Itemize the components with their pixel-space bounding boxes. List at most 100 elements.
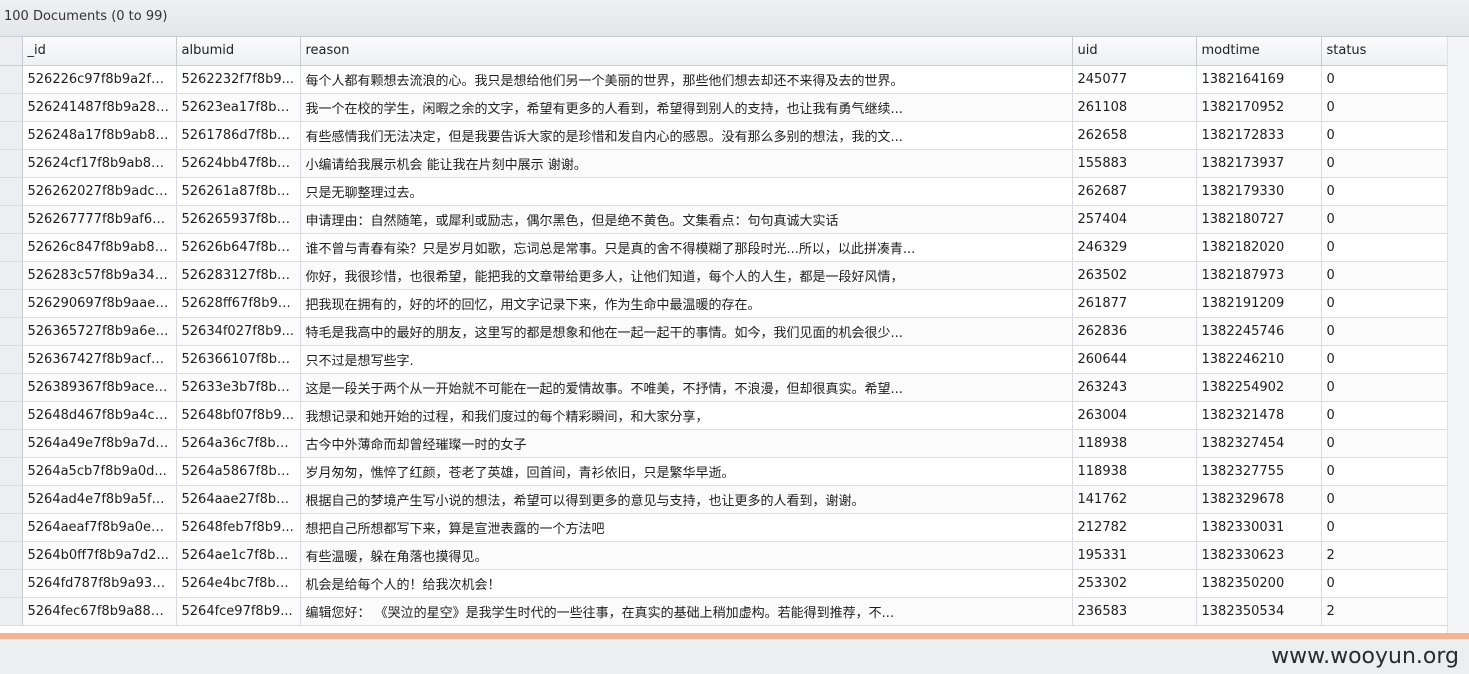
cell-uid[interactable]: 261108	[1072, 93, 1197, 122]
cell-id[interactable]: 5264a5cb7f8b9a0d...	[22, 457, 177, 486]
cell-status[interactable]: 0	[1321, 457, 1448, 486]
cell-status[interactable]: 0	[1321, 569, 1448, 598]
table-row[interactable]: 52626c847f8b9ab85... 52626b647f8b9... 谁不曾与…	[0, 233, 1448, 262]
table-row[interactable]: 526226c97f8b9a2f5... 5262232f7f8b9... 每个人都…	[0, 65, 1448, 94]
cell-reason[interactable]: 只不过是想写些字.	[300, 345, 1073, 374]
cell-reason[interactable]: 小编请给我展示机会 能让我在片刻中展示 谢谢。	[300, 149, 1073, 178]
cell-reason[interactable]: 根据自己的梦境产生写小说的想法，希望可以得到更多的意见与支持，也让更多的人看到，…	[300, 485, 1073, 514]
column-header-albumid[interactable]: albumid	[176, 37, 301, 66]
cell-modtime[interactable]: 1382180727	[1196, 205, 1322, 234]
cell-reason[interactable]: 我想记录和她开始的过程，和我们度过的每个精彩瞬间，和大家分享，	[300, 401, 1073, 430]
cell-uid[interactable]: 246329	[1072, 233, 1197, 262]
table-row[interactable]: 526283c57f8b9a345... 526283127f8b9... 你好，我…	[0, 261, 1448, 290]
cell-uid[interactable]: 262836	[1072, 317, 1197, 346]
cell-uid[interactable]: 212782	[1072, 513, 1197, 542]
table-row[interactable]: 5264fd787f8b9a931... 5264e4bc7f8b9... 机会是给…	[0, 569, 1448, 598]
cell-albumid[interactable]: 52633e3b7f8b9...	[176, 373, 301, 402]
cell-albumid[interactable]: 5264a5867f8b9...	[176, 457, 301, 486]
cell-albumid[interactable]: 526261a87f8b9...	[176, 177, 301, 206]
table-row[interactable]: 526290697f8b9aae3... 52628ff67f8b9a... 把我现…	[0, 289, 1448, 318]
cell-reason[interactable]: 我一个在校的学生，闲暇之余的文字，希望有更多的人看到，希望得到别人的支持，也让我…	[300, 93, 1073, 122]
row-selector[interactable]	[0, 205, 23, 234]
cell-modtime[interactable]: 1382170952	[1196, 93, 1322, 122]
cell-id[interactable]: 526241487f8b9a285...	[22, 93, 177, 122]
cell-albumid[interactable]: 526265937f8b9...	[176, 205, 301, 234]
cell-reason[interactable]: 你好，我很珍惜，也很希望，能把我的文章带给更多人，让他们知道，每个人的人生，都是…	[300, 261, 1073, 290]
cell-status[interactable]: 0	[1321, 93, 1448, 122]
cell-status[interactable]: 0	[1321, 149, 1448, 178]
row-selector[interactable]	[0, 373, 23, 402]
row-selector[interactable]	[0, 569, 23, 598]
cell-albumid[interactable]: 52628ff67f8b9a...	[176, 289, 301, 318]
cell-status[interactable]: 2	[1321, 597, 1448, 626]
table-row[interactable]: 5264fec67f8b9a881... 5264fce97f8b9... 编辑您好…	[0, 597, 1448, 626]
table-row[interactable]: 526367427f8b9acf7... 526366107f8b9... 只不过是…	[0, 345, 1448, 374]
row-selector[interactable]	[0, 513, 23, 542]
cell-status[interactable]: 0	[1321, 261, 1448, 290]
vertical-scroll-area[interactable]	[1447, 37, 1469, 633]
cell-albumid[interactable]: 52626b647f8b9...	[176, 233, 301, 262]
table-row[interactable]: 52648d467f8b9a4c1... 52648bf07f8b9... 我想记录…	[0, 401, 1448, 430]
cell-id[interactable]: 526248a17f8b9ab85...	[22, 121, 177, 150]
cell-status[interactable]: 2	[1321, 541, 1448, 570]
cell-reason[interactable]: 特毛是我高中的最好的朋友，这里写的都是想象和他在一起一起干的事情。如今，我们见面…	[300, 317, 1073, 346]
cell-status[interactable]: 0	[1321, 289, 1448, 318]
cell-id[interactable]: 526262027f8b9adc3...	[22, 177, 177, 206]
cell-id[interactable]: 5264fec67f8b9a881...	[22, 597, 177, 626]
cell-status[interactable]: 0	[1321, 233, 1448, 262]
cell-uid[interactable]: 263004	[1072, 401, 1197, 430]
cell-status[interactable]: 0	[1321, 513, 1448, 542]
table-row[interactable]: 5264aeaf7f8b9a0e1... 52648feb7f8b9... 想把自己…	[0, 513, 1448, 542]
cell-status[interactable]: 0	[1321, 373, 1448, 402]
cell-albumid[interactable]: 5264fce97f8b9...	[176, 597, 301, 626]
cell-modtime[interactable]: 1382164169	[1196, 65, 1322, 94]
cell-modtime[interactable]: 1382327755	[1196, 457, 1322, 486]
row-selector[interactable]	[0, 65, 23, 94]
table-row[interactable]: 526365727f8b9a6e1... 52634f027f8b9... 特毛是我…	[0, 317, 1448, 346]
cell-reason[interactable]: 机会是给每个人的！给我次机会！	[300, 569, 1073, 598]
cell-modtime[interactable]: 1382254902	[1196, 373, 1322, 402]
table-row[interactable]: 526389367f8b9ace7... 52633e3b7f8b9... 这是一段…	[0, 373, 1448, 402]
cell-id[interactable]: 526290697f8b9aae3...	[22, 289, 177, 318]
cell-modtime[interactable]: 1382330623	[1196, 541, 1322, 570]
cell-uid[interactable]: 257404	[1072, 205, 1197, 234]
cell-id[interactable]: 526365727f8b9a6e1...	[22, 317, 177, 346]
cell-reason[interactable]: 每个人都有颗想去流浪的心。我只是想给他们另一个美丽的世界，那些他们想去却还不来得…	[300, 65, 1073, 94]
cell-uid[interactable]: 118938	[1072, 457, 1197, 486]
row-selector[interactable]	[0, 317, 23, 346]
cell-id[interactable]: 52648d467f8b9a4c1...	[22, 401, 177, 430]
cell-reason[interactable]: 这是一段关于两个从一开始就不可能在一起的爱情故事。不唯美，不抒情，不浪漫，但却很…	[300, 373, 1073, 402]
cell-albumid[interactable]: 5264aae27f8b9...	[176, 485, 301, 514]
cell-id[interactable]: 526367427f8b9acf7...	[22, 345, 177, 374]
cell-uid[interactable]: 260644	[1072, 345, 1197, 374]
row-selector-header[interactable]	[0, 37, 23, 66]
row-selector[interactable]	[0, 261, 23, 290]
column-header-id[interactable]: _id	[22, 37, 177, 66]
cell-id[interactable]: 526267777f8b9af67...	[22, 205, 177, 234]
cell-reason[interactable]: 想把自己所想都写下来，算是宣泄表露的一个方法吧	[300, 513, 1073, 542]
table-row[interactable]: 5264b0ff7f8b9a7d2... 5264ae1c7f8b9... 有些温暖…	[0, 541, 1448, 570]
cell-modtime[interactable]: 1382245746	[1196, 317, 1322, 346]
cell-albumid[interactable]: 5264a36c7f8b9...	[176, 429, 301, 458]
cell-status[interactable]: 0	[1321, 205, 1448, 234]
cell-albumid[interactable]: 526283127f8b9...	[176, 261, 301, 290]
cell-albumid[interactable]: 52648feb7f8b9...	[176, 513, 301, 542]
cell-status[interactable]: 0	[1321, 121, 1448, 150]
column-header-status[interactable]: status	[1321, 37, 1448, 66]
cell-status[interactable]: 0	[1321, 317, 1448, 346]
column-header-reason[interactable]: reason	[300, 37, 1073, 66]
cell-modtime[interactable]: 1382350200	[1196, 569, 1322, 598]
row-selector[interactable]	[0, 597, 23, 626]
cell-status[interactable]: 0	[1321, 485, 1448, 514]
cell-id[interactable]: 5264aeaf7f8b9a0e1...	[22, 513, 177, 542]
column-header-modtime[interactable]: modtime	[1196, 37, 1322, 66]
cell-modtime[interactable]: 1382187973	[1196, 261, 1322, 290]
row-selector[interactable]	[0, 233, 23, 262]
cell-uid[interactable]: 262658	[1072, 121, 1197, 150]
cell-id[interactable]: 5264b0ff7f8b9a7d2...	[22, 541, 177, 570]
row-selector[interactable]	[0, 121, 23, 150]
row-selector[interactable]	[0, 289, 23, 318]
table-row[interactable]: 52624cf17f8b9ab80... 52624bb47f8b9... 小编请给…	[0, 149, 1448, 178]
cell-albumid[interactable]: 52623ea17f8b9...	[176, 93, 301, 122]
cell-status[interactable]: 0	[1321, 429, 1448, 458]
